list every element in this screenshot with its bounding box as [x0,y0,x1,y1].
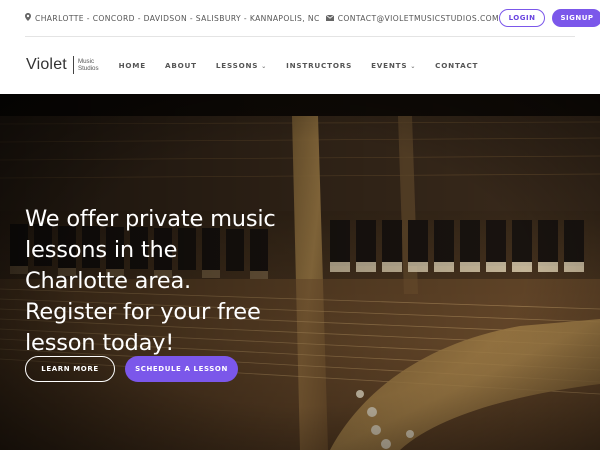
chevron-down-icon: ⌄ [261,62,268,70]
login-button[interactable]: LOGIN [499,9,545,27]
logo-sub-line1: Music [77,58,95,65]
schedule-lesson-button[interactable]: SCHEDULE A LESSON [125,356,238,382]
nav-item-events[interactable]: EVENTS ⌄ [371,61,416,70]
nav-menu: HOME ABOUT LESSONS ⌄ INSTRUCTORS EVENTS ⌄ … [119,61,479,70]
signup-button[interactable]: SIGNUP [552,9,600,27]
nav-item-label: ABOUT [164,60,197,70]
chevron-down-icon: ⌄ [410,62,417,70]
site-logo[interactable]: Violet Music Studios [26,56,99,74]
auth-buttons: LOGIN SIGNUP [499,9,600,27]
logo-name: Violet [26,56,67,73]
logo-sub-line2: Studios [77,65,99,72]
nav-item-label: CONTACT [435,60,479,70]
nav-item-home[interactable]: HOME [119,61,146,70]
hero-headline: We offer private music lessons in the Ch… [25,206,276,356]
email-link[interactable]: CONTACT@VIOLETMUSICSTUDIOS.COM [338,14,499,23]
nav-item-about[interactable]: ABOUT [165,61,197,70]
logo-subtitle: Music Studios [78,58,99,72]
top-info-bar: CHARLOTTE - CONCORD - DAVIDSON - SALISBU… [0,0,600,36]
nav-item-label: EVENTS [371,60,408,70]
email-info[interactable]: CONTACT@VIOLETMUSICSTUDIOS.COM [325,14,499,23]
locations-text: CHARLOTTE - CONCORD - DAVIDSON - SALISBU… [35,13,320,23]
logo-separator [72,56,74,74]
nav-item-instructors[interactable]: INSTRUCTORS [286,61,352,70]
hero-section: We offer private music lessons in the Ch… [0,94,600,450]
nav-item-label: LESSONS [215,60,259,70]
nav-item-label: INSTRUCTORS [286,60,353,70]
envelope-icon [325,14,334,23]
locations-info: CHARLOTTE - CONCORD - DAVIDSON - SALISBU… [25,13,320,23]
nav-item-contact[interactable]: CONTACT [435,61,478,70]
main-navbar: Violet Music Studios HOME ABOUT LESSONS ⌄… [0,37,600,93]
learn-more-button[interactable]: LEARN MORE [25,356,115,382]
map-pin-icon [25,13,31,23]
nav-item-label: HOME [118,60,146,70]
nav-item-lessons[interactable]: LESSONS ⌄ [216,61,267,70]
